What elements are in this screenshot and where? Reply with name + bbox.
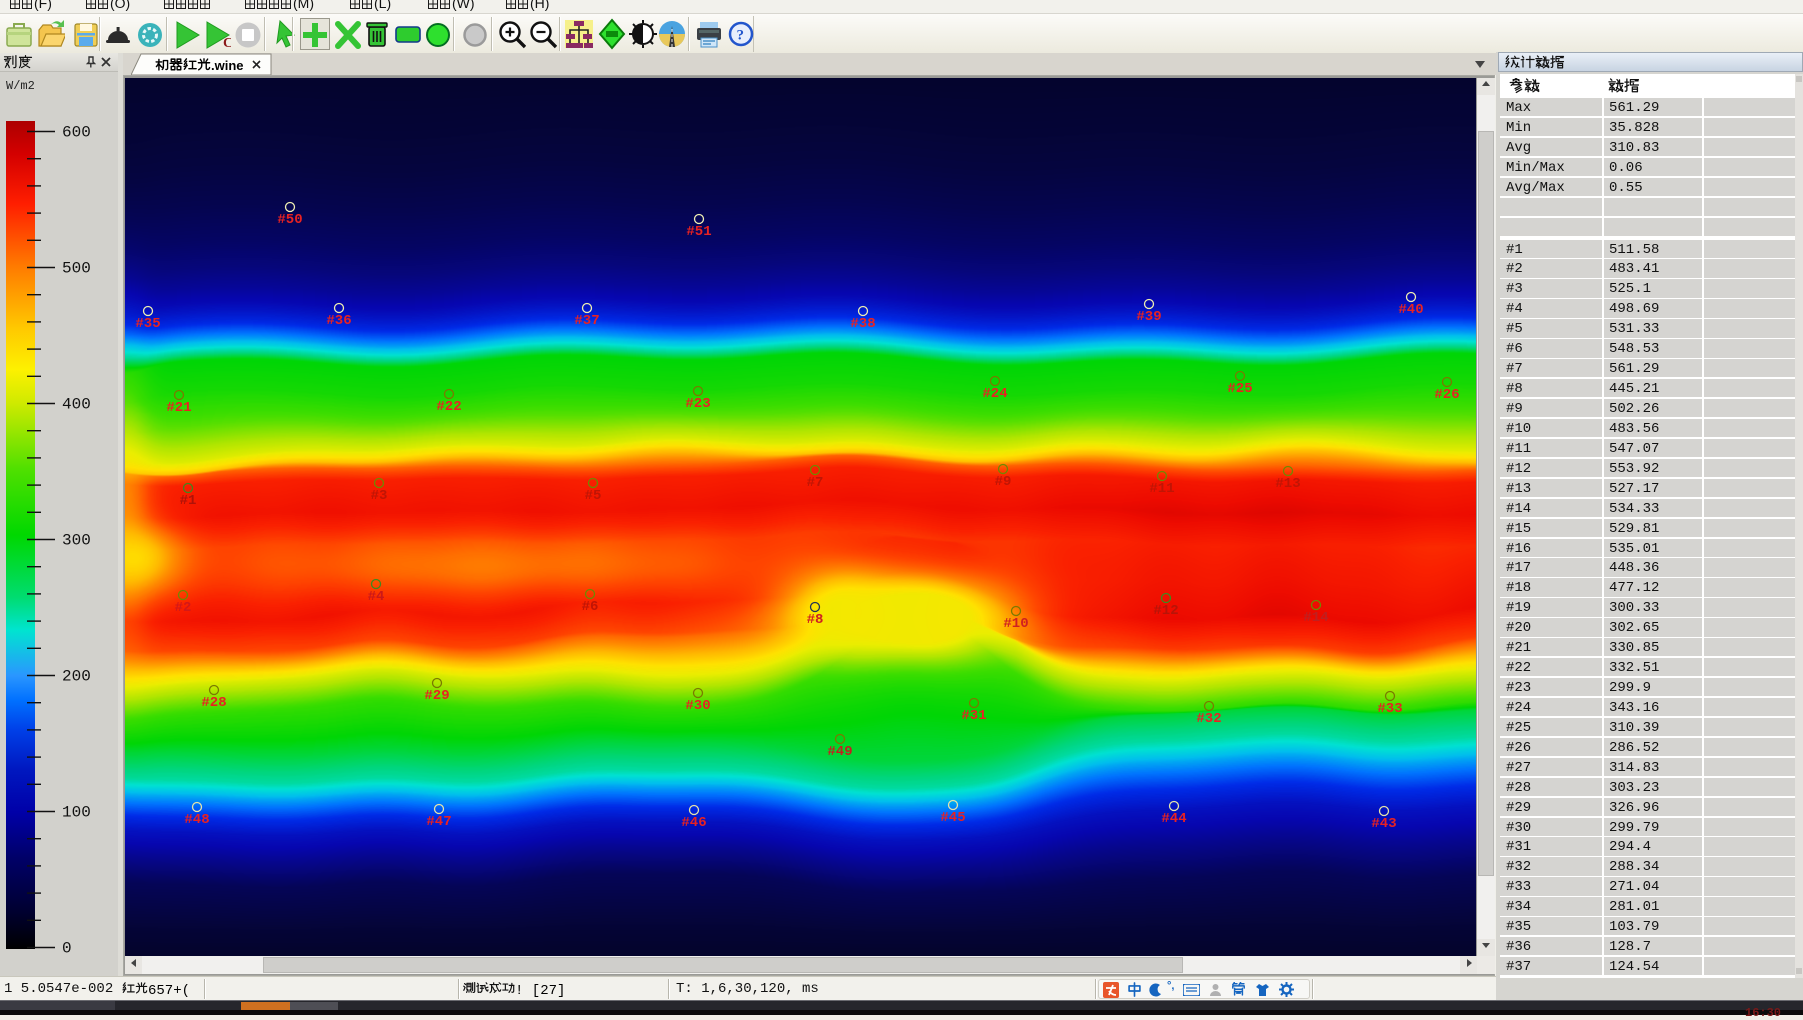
svg-text:#40: #40 (1398, 302, 1423, 318)
svg-text:#10: #10 (1003, 616, 1028, 632)
svg-text:#8: #8 (807, 612, 824, 628)
svg-text:#46: #46 (681, 815, 706, 831)
svg-text:#21: #21 (166, 400, 191, 416)
svg-text:#12: #12 (1153, 603, 1178, 619)
svg-text:#26: #26 (1434, 387, 1459, 403)
svg-text:#24: #24 (982, 386, 1007, 402)
svg-text:0: 0 (62, 940, 72, 958)
svg-text:#51: #51 (686, 224, 711, 240)
svg-text:#33: #33 (1377, 701, 1402, 717)
svg-text:100: 100 (62, 804, 91, 822)
svg-text:#9: #9 (995, 474, 1012, 490)
svg-text:600: 600 (62, 124, 91, 142)
svg-text:#31: #31 (961, 708, 986, 724)
svg-text:#1: #1 (180, 493, 197, 509)
svg-text:C: C (223, 36, 231, 50)
svg-text:#47: #47 (426, 814, 451, 830)
svg-text:400: 400 (62, 396, 91, 414)
svg-text:#11: #11 (1149, 481, 1174, 497)
svg-text:#45: #45 (940, 810, 965, 826)
svg-text:#38: #38 (850, 316, 875, 332)
svg-text:#32: #32 (1196, 711, 1221, 727)
svg-text:#13: #13 (1275, 476, 1300, 492)
svg-text:#50: #50 (277, 212, 302, 228)
svg-text:#22: #22 (436, 399, 461, 415)
svg-text:300: 300 (62, 532, 91, 550)
svg-text:#48: #48 (184, 812, 209, 828)
svg-text:#43: #43 (1371, 816, 1396, 832)
svg-text:?: ? (737, 28, 745, 44)
svg-text:#36: #36 (326, 313, 351, 329)
svg-text:#14: #14 (1303, 610, 1328, 626)
svg-text:#2: #2 (175, 600, 192, 616)
svg-text:#39: #39 (1136, 309, 1161, 325)
svg-text:500: 500 (62, 260, 91, 278)
svg-text:#29: #29 (424, 688, 449, 704)
svg-text:#44: #44 (1161, 811, 1186, 827)
svg-text:#3: #3 (371, 488, 388, 504)
svg-text:200: 200 (62, 668, 91, 686)
svg-text:#28: #28 (201, 695, 226, 711)
svg-text:#35: #35 (135, 316, 160, 332)
svg-text:#37: #37 (574, 313, 599, 329)
svg-text:#23: #23 (685, 396, 710, 412)
svg-text:#30: #30 (685, 698, 710, 714)
svg-text:#49: #49 (827, 744, 852, 760)
svg-text:#7: #7 (807, 475, 824, 491)
svg-text:#5: #5 (585, 488, 602, 504)
svg-text:#25: #25 (1227, 381, 1252, 397)
svg-text:#6: #6 (582, 599, 599, 615)
svg-text:#4: #4 (368, 589, 385, 605)
